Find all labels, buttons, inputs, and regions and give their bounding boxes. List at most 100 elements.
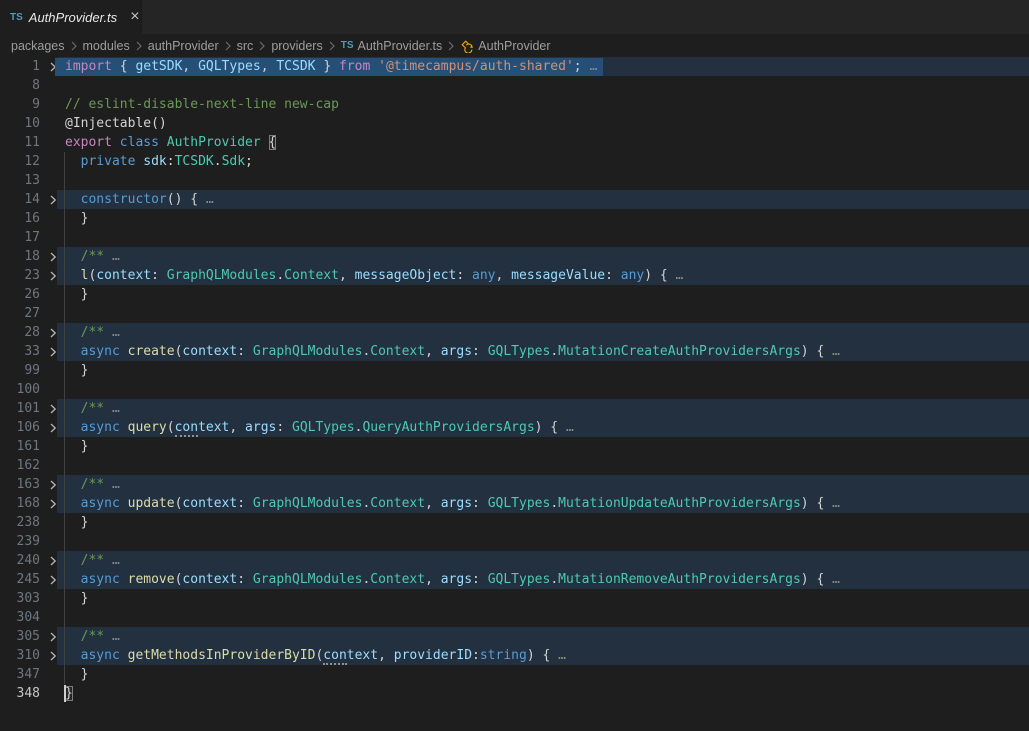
code-text[interactable]: async update(context: GraphQLModules.Con… xyxy=(65,496,840,511)
code-text[interactable]: } xyxy=(65,667,88,682)
code-line[interactable]: 26 } xyxy=(0,285,1029,304)
breadcrumb-item-packages[interactable]: packages xyxy=(11,39,65,53)
code-line[interactable]: 303 } xyxy=(0,589,1029,608)
breadcrumb-item-symbol[interactable]: AuthProvider xyxy=(460,39,550,53)
code-text[interactable]: /** … xyxy=(65,249,120,264)
code-line[interactable]: 12 private sdk:TCSDK.Sdk; xyxy=(0,152,1029,171)
code-line[interactable]: 13 xyxy=(0,171,1029,190)
code-line[interactable]: 17 xyxy=(0,228,1029,247)
code-line[interactable]: 101 /** … xyxy=(0,399,1029,418)
code-text[interactable]: async create(context: GraphQLModules.Con… xyxy=(65,344,840,359)
code-line[interactable]: 33 async create(context: GraphQLModules.… xyxy=(0,342,1029,361)
code-line[interactable]: 304 xyxy=(0,608,1029,627)
code-text[interactable]: } xyxy=(65,686,73,701)
code-text[interactable]: } xyxy=(65,439,88,454)
fold-chevron-icon[interactable] xyxy=(40,651,65,661)
line-highlight xyxy=(57,247,1029,266)
code-line[interactable]: 27 xyxy=(0,304,1029,323)
fold-chevron-icon[interactable] xyxy=(40,575,65,585)
breadcrumb-item-authprovider[interactable]: authProvider xyxy=(148,39,219,53)
code-text[interactable]: /** … xyxy=(65,325,120,340)
token: /** xyxy=(81,553,104,568)
breadcrumb-item-modules[interactable]: modules xyxy=(83,39,130,53)
code-line[interactable]: 240 /** … xyxy=(0,551,1029,570)
token xyxy=(159,135,167,150)
code-line[interactable]: 168 async update(context: GraphQLModules… xyxy=(0,494,1029,513)
code-line[interactable]: 305 /** … xyxy=(0,627,1029,646)
code-text[interactable]: /** … xyxy=(65,629,120,644)
code-line[interactable]: 163 /** … xyxy=(0,475,1029,494)
code-text[interactable]: // eslint-disable-next-line new-cap xyxy=(65,97,339,112)
code-line[interactable]: 28 /** … xyxy=(0,323,1029,342)
breadcrumb-item-src[interactable]: src xyxy=(237,39,254,53)
code-line[interactable]: 8 xyxy=(0,76,1029,95)
fold-chevron-icon[interactable] xyxy=(40,271,65,281)
code-line[interactable]: 161 } xyxy=(0,437,1029,456)
code-text[interactable]: async query(context, args: GQLTypes.Quer… xyxy=(65,420,574,435)
code-text[interactable]: async remove(context: GraphQLModules.Con… xyxy=(65,572,840,587)
fold-chevron-icon[interactable] xyxy=(40,404,65,414)
code-line[interactable]: 16 } xyxy=(0,209,1029,228)
code-text[interactable]: } xyxy=(65,591,88,606)
code-text[interactable]: /** … xyxy=(65,477,120,492)
code-text[interactable]: /** … xyxy=(65,553,120,568)
fold-chevron-icon[interactable] xyxy=(40,632,65,642)
code-line[interactable]: 162 xyxy=(0,456,1029,475)
fold-chevron-icon[interactable] xyxy=(40,252,65,262)
tab-authprovider[interactable]: TS AuthProvider.ts × xyxy=(0,0,142,34)
code-text[interactable]: @Injectable() xyxy=(65,116,167,131)
token: getSDK xyxy=(135,59,182,74)
token: @Injectable() xyxy=(65,116,167,131)
code-text[interactable]: } xyxy=(65,515,88,530)
code-text[interactable]: l(context: GraphQLModules.Context, messa… xyxy=(65,268,683,283)
code-line[interactable]: 18 /** … xyxy=(0,247,1029,266)
fold-chevron-icon[interactable] xyxy=(40,347,65,357)
token: MutationCreateAuthProvidersArgs xyxy=(558,344,801,359)
code-text[interactable]: constructor() { … xyxy=(65,192,214,207)
code-line[interactable]: 11 export class AuthProvider { xyxy=(0,133,1029,152)
fold-chevron-icon[interactable] xyxy=(40,556,65,566)
token: /** xyxy=(81,629,104,644)
code-line[interactable]: 238 } xyxy=(0,513,1029,532)
code-line[interactable]: 23 l(context: GraphQLModules.Context, me… xyxy=(0,266,1029,285)
fold-chevron-icon[interactable] xyxy=(40,423,65,433)
fold-chevron-icon[interactable] xyxy=(40,480,65,490)
code-editor[interactable]: 1import { getSDK, GQLTypes, TCSDK } from… xyxy=(0,57,1029,703)
chevron-right-icon xyxy=(446,40,456,52)
code-text[interactable]: } xyxy=(65,211,88,226)
line-number: 348 xyxy=(0,686,40,701)
code-line[interactable]: 245 async remove(context: GraphQLModules… xyxy=(0,570,1029,589)
code-line[interactable]: 99 } xyxy=(0,361,1029,380)
fold-chevron-icon[interactable] xyxy=(40,195,65,205)
code-line[interactable]: 347 } xyxy=(0,665,1029,684)
token: … xyxy=(668,268,684,283)
token: : xyxy=(151,268,167,283)
line-highlight xyxy=(57,665,1029,684)
code-text[interactable]: private sdk:TCSDK.Sdk; xyxy=(65,154,253,169)
code-line[interactable]: 14 constructor() { … xyxy=(0,190,1029,209)
code-line[interactable]: 1import { getSDK, GQLTypes, TCSDK } from… xyxy=(0,57,1029,76)
breadcrumb-item-file[interactable]: TS AuthProvider.ts xyxy=(341,39,443,53)
code-text[interactable]: async getMethodsInProviderByID(context, … xyxy=(65,648,566,663)
code-line[interactable]: 348} xyxy=(0,684,1029,703)
fold-chevron-icon[interactable] xyxy=(40,499,65,509)
code-line[interactable]: 239 xyxy=(0,532,1029,551)
code-line[interactable]: 9// eslint-disable-next-line new-cap xyxy=(0,95,1029,114)
code-text[interactable]: } xyxy=(65,363,88,378)
code-line[interactable]: 10@Injectable() xyxy=(0,114,1029,133)
line-number: 11 xyxy=(0,135,40,150)
token: QueryAuthProvidersArgs xyxy=(362,420,534,435)
code-line[interactable]: 106 async query(context, args: GQLTypes.… xyxy=(0,418,1029,437)
breadcrumb-item-providers[interactable]: providers xyxy=(271,39,322,53)
fold-chevron-icon[interactable] xyxy=(40,328,65,338)
code-line[interactable]: 310 async getMethodsInProviderByID(conte… xyxy=(0,646,1029,665)
code-text[interactable]: /** … xyxy=(65,401,120,416)
code-text[interactable]: } xyxy=(65,287,88,302)
code-line[interactable]: 100 xyxy=(0,380,1029,399)
code-text[interactable]: import { getSDK, GQLTypes, TCSDK } from … xyxy=(65,59,603,74)
code-text[interactable]: export class AuthProvider { xyxy=(65,135,276,150)
token: constructor xyxy=(81,192,167,207)
close-icon[interactable]: × xyxy=(127,8,142,26)
line-highlight xyxy=(57,608,1029,627)
chevron-right-icon xyxy=(327,40,337,52)
